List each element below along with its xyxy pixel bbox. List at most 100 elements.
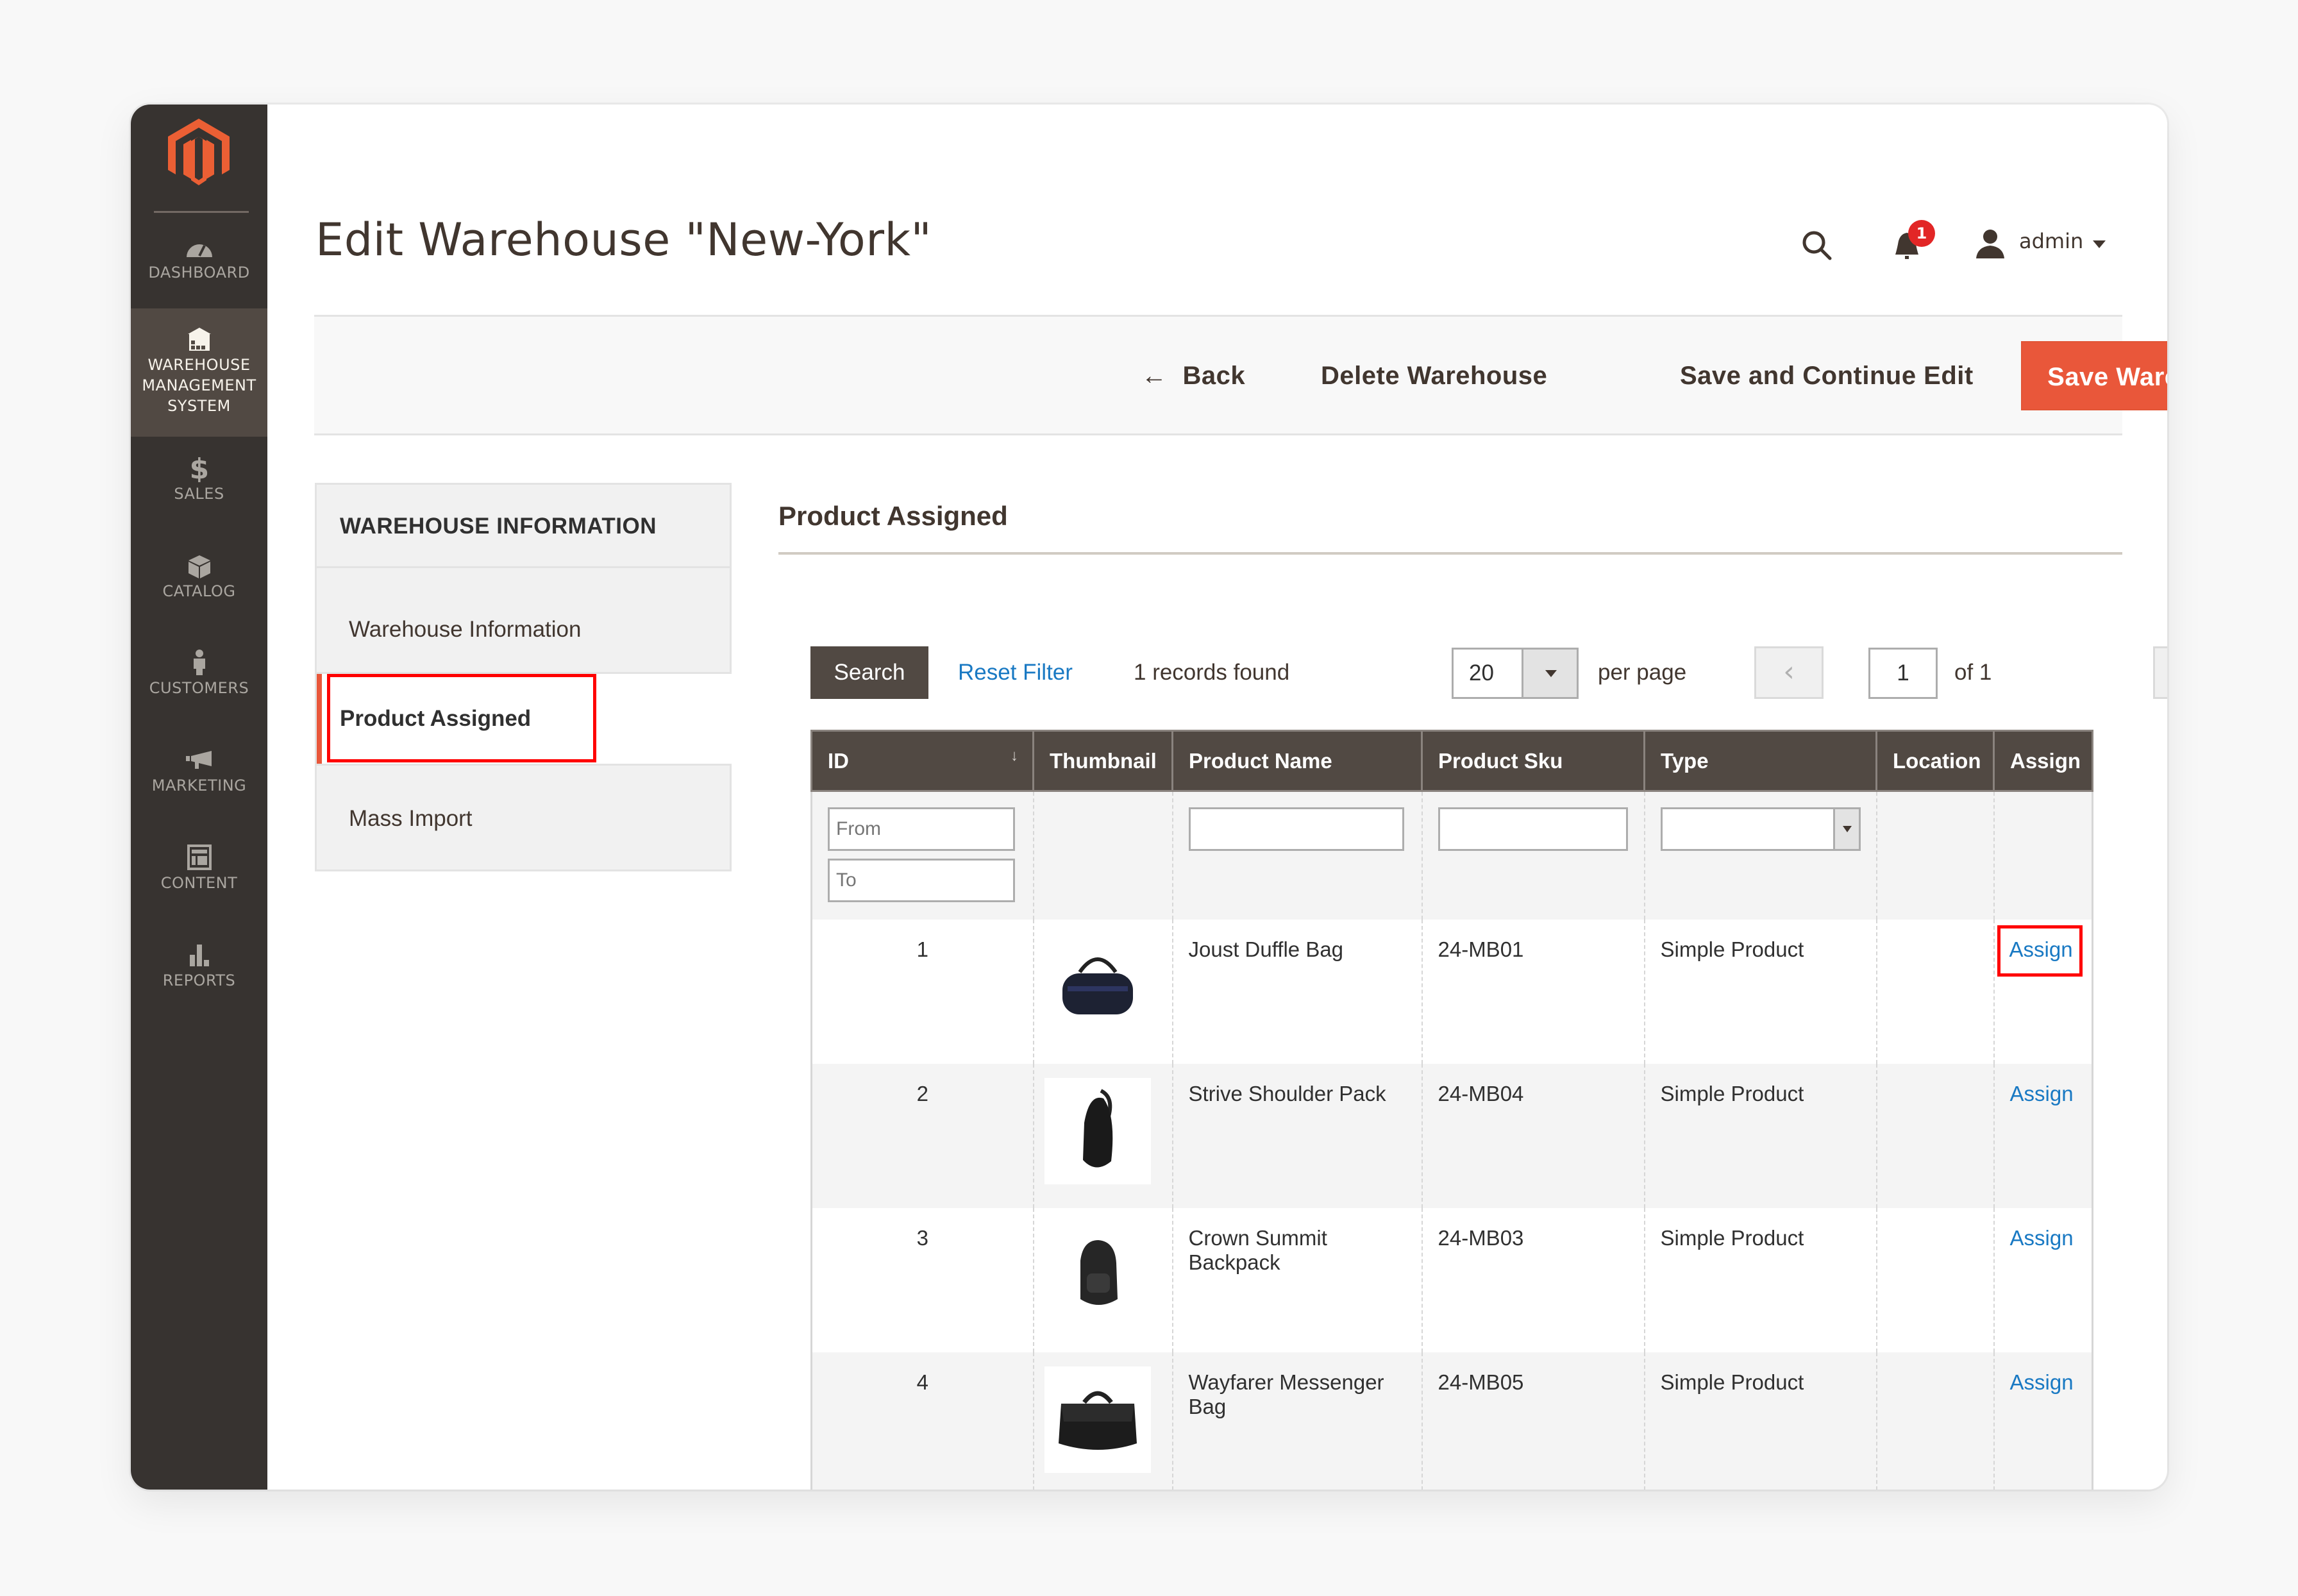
- cell-product-name: Strive Shoulder Pack: [1171, 1063, 1422, 1208]
- filter-type-cell: [1643, 791, 1877, 920]
- warehouse-tabs: WAREHOUSE INFORMATION Warehouse Informat…: [315, 483, 734, 871]
- section-title: Product Assigned: [778, 501, 1008, 531]
- tab-mass-import[interactable]: Mass Import: [317, 764, 730, 869]
- cell-assign: Assign: [1993, 919, 2093, 1064]
- type-filter-select[interactable]: [1660, 807, 1861, 851]
- products-grid: ID ↓ Thumbnail Product Name Product Sku T…: [810, 730, 2093, 1490]
- filter-name-cell: [1171, 791, 1422, 920]
- id-from-input[interactable]: [828, 807, 1015, 851]
- page-number-input[interactable]: 1: [1868, 648, 1938, 699]
- product-name-filter-input[interactable]: [1188, 807, 1404, 851]
- assign-link[interactable]: Assign: [2010, 1082, 2074, 1105]
- dollar-icon: $: [131, 453, 267, 485]
- user-menu-name[interactable]: admin: [2019, 229, 2083, 253]
- sidebar-divider: [154, 211, 249, 213]
- column-header-product-name[interactable]: Product Name: [1171, 730, 1422, 792]
- sidebar-item-dashboard[interactable]: DASHBOARD: [131, 233, 267, 283]
- product-thumbnail-backpack[interactable]: [1044, 1222, 1151, 1329]
- page-total: of 1: [1954, 660, 1992, 685]
- column-header-type[interactable]: Type: [1643, 730, 1877, 792]
- highlight-box: Assign: [1997, 925, 2083, 977]
- chevron-down-icon[interactable]: [1522, 650, 1577, 697]
- bar-chart-icon: [131, 941, 267, 969]
- sidebar-item-label: DASHBOARD: [148, 264, 250, 281]
- tab-warehouse-information[interactable]: Warehouse Information: [317, 570, 730, 674]
- person-icon: [131, 648, 267, 676]
- cell-thumbnail: [1032, 1063, 1173, 1208]
- admin-window: DASHBOARD WAREHOUSE MANAGEMENT SYSTEM $ …: [131, 105, 2167, 1490]
- save-and-continue-button[interactable]: Save and Continue Edit: [1680, 341, 1974, 410]
- sidebar-item-reports[interactable]: REPORTS: [131, 941, 267, 991]
- search-button[interactable]: Search: [810, 646, 928, 699]
- page-actions-bar: ← Back Delete Warehouse Save and Continue…: [314, 315, 2167, 435]
- previous-page-button[interactable]: ‹: [1754, 646, 1824, 699]
- save-warehouse-button[interactable]: Save Warehouse: [2021, 341, 2167, 410]
- sidebar-item-customers[interactable]: CUSTOMERS: [131, 648, 267, 698]
- assign-link[interactable]: Assign: [2010, 1370, 2074, 1394]
- product-thumbnail-duffle-bag[interactable]: [1044, 933, 1151, 1040]
- sort-arrow-icon[interactable]: ↓: [1011, 747, 1018, 765]
- product-thumbnail-shoulder-pack[interactable]: [1044, 1077, 1151, 1184]
- svg-text:$: $: [189, 454, 209, 482]
- cell-type: Simple Product: [1643, 919, 1877, 1064]
- notification-count-badge[interactable]: 1: [1908, 220, 1935, 247]
- sidebar-item-label: REPORTS: [162, 971, 236, 989]
- search-icon[interactable]: [1798, 226, 1836, 265]
- next-page-button[interactable]: ›: [2153, 646, 2167, 699]
- cell-assign: Assign: [1993, 1352, 2093, 1490]
- chevron-down-icon[interactable]: [2093, 240, 2106, 248]
- per-page-select[interactable]: 20: [1452, 648, 1579, 699]
- sidebar-item-label: MARKETING: [151, 777, 247, 794]
- sidebar-item-catalog[interactable]: CATALOG: [131, 551, 267, 601]
- user-avatar-icon[interactable]: [1971, 225, 2009, 264]
- cell-product-name: Joust Duffle Bag: [1171, 919, 1422, 1064]
- table-row: 3 Crown Summit Backpack 24-MB03 Simple P…: [810, 1207, 2093, 1352]
- product-sku-filter-input[interactable]: [1438, 807, 1628, 851]
- chevron-left-icon: ‹: [1783, 655, 1795, 688]
- table-row: 4 Wayfarer Messenger Bag 24-MB05 Simple …: [810, 1352, 2093, 1490]
- chevron-down-icon: [1833, 809, 1859, 849]
- grid-toolbar: Search Reset Filter 1 records found 20 p…: [810, 646, 2167, 699]
- column-header-product-sku[interactable]: Product Sku: [1421, 730, 1645, 792]
- sidebar-item-content[interactable]: CONTENT: [131, 843, 267, 893]
- delete-warehouse-button[interactable]: Delete Warehouse: [1321, 341, 1547, 410]
- back-button[interactable]: ← Back: [1141, 341, 1245, 410]
- column-label: ID: [828, 748, 849, 773]
- cell-thumbnail: [1032, 919, 1173, 1064]
- cell-thumbnail: [1032, 1352, 1173, 1490]
- cell-id: 3: [810, 1207, 1034, 1352]
- filter-location-cell: [1875, 791, 1994, 920]
- product-thumbnail-messenger-bag[interactable]: [1044, 1366, 1151, 1473]
- page-title: Edit Warehouse "New-York": [315, 214, 932, 266]
- layout-icon: [131, 843, 267, 871]
- sidebar-item-marketing[interactable]: MARKETING: [131, 746, 267, 796]
- magento-logo-icon[interactable]: [168, 119, 230, 185]
- sidebar-item-sales[interactable]: $ SALES: [131, 453, 267, 504]
- sidebar-item-label: CONTENT: [160, 874, 238, 892]
- cell-id: 4: [810, 1352, 1034, 1490]
- dashboard-gauge-icon: [131, 233, 267, 261]
- column-header-location[interactable]: Location: [1875, 730, 1994, 792]
- reset-filter-link[interactable]: Reset Filter: [958, 646, 1073, 699]
- cell-product-name: Crown Summit Backpack: [1171, 1207, 1422, 1352]
- filter-sku-cell: [1421, 791, 1645, 920]
- tabs-title: WAREHOUSE INFORMATION: [317, 485, 730, 568]
- per-page-value: 20: [1469, 660, 1494, 685]
- table-row: 1 Joust Duffle Bag 24-MB01 Simple Produc…: [810, 919, 2093, 1064]
- cell-id: 1: [810, 919, 1034, 1064]
- sidebar-item-warehouse-management[interactable]: WAREHOUSE MANAGEMENT SYSTEM: [131, 308, 267, 437]
- cell-thumbnail: [1032, 1207, 1173, 1352]
- table-row: 2 Strive Shoulder Pack 24-MB04 Simple Pr…: [810, 1063, 2093, 1208]
- filter-row: [810, 791, 2093, 920]
- assign-link[interactable]: Assign: [2010, 1226, 2074, 1250]
- cell-id: 2: [810, 1063, 1034, 1208]
- section-divider: [778, 552, 2122, 555]
- tab-product-assigned[interactable]: Product Assigned: [317, 674, 734, 764]
- column-header-id[interactable]: ID ↓: [810, 730, 1034, 792]
- sidebar-item-label: SYSTEM: [167, 397, 231, 415]
- id-to-input[interactable]: [828, 859, 1015, 902]
- cell-type: Simple Product: [1643, 1063, 1877, 1208]
- assign-link[interactable]: Assign: [2009, 937, 2073, 961]
- cell-type: Simple Product: [1643, 1207, 1877, 1352]
- cell-product-sku: 24-MB03: [1421, 1207, 1645, 1352]
